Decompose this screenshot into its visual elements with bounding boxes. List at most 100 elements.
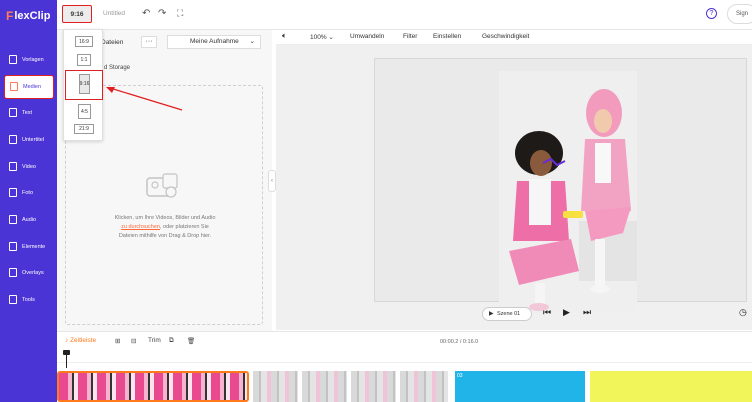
transform-button[interactable]: Umwandeln: [350, 33, 384, 40]
sidebar-item-label: Foto: [22, 190, 34, 196]
preview-stage: ▶ Szene 01 ⏮︎ ▶ ⏭︎ ◷: [276, 45, 752, 330]
fullscreen-icon[interactable]: ⛶: [177, 8, 183, 19]
sidebar-item-photo[interactable]: Foto: [4, 182, 54, 206]
sidebar-item-templates[interactable]: Vorlagen: [4, 49, 54, 73]
zoom-select[interactable]: 100% ⌄: [310, 33, 334, 41]
timeline-clip-blue[interactable]: 03: [455, 371, 585, 402]
timeline-ruler: [57, 362, 752, 363]
next-icon[interactable]: ⏭︎: [583, 307, 591, 318]
sidebar-item-subtitles[interactable]: Untertitel: [4, 129, 54, 153]
logo-mark: F: [6, 9, 14, 23]
templates-icon: [9, 55, 17, 64]
timeline-clip-yellow[interactable]: [590, 371, 752, 402]
more-options-button[interactable]: ···: [141, 36, 157, 48]
video-preview[interactable]: [499, 71, 637, 313]
selected-ratio-highlight: [65, 70, 103, 100]
canvas-area: [374, 58, 747, 313]
annotation-arrow: [106, 87, 183, 111]
editor-toolbar: 🔈︎ 100% ⌄ Umwandeln Filter Einstellen Ge…: [276, 30, 752, 45]
scene-play-button[interactable]: ▶ Szene 01: [482, 307, 532, 321]
flexclip-logo[interactable]: FlexClip: [6, 9, 50, 23]
timeline-time: 00:00.2 / 0:16.0: [440, 339, 479, 345]
overlays-icon: [9, 268, 17, 277]
sidebar-item-text[interactable]: Text: [4, 102, 54, 126]
sidebar-item-label: Medien: [23, 84, 42, 90]
photo-icon: [9, 188, 17, 197]
sidebar-item-label: Vorlagen: [22, 57, 44, 63]
recording-select[interactable]: Meine Aufnahme ⌄: [167, 35, 261, 49]
sidebar-item-tools[interactable]: Tools: [4, 289, 54, 313]
collapse-panel-handle[interactable]: ‹: [268, 170, 276, 192]
previous-icon[interactable]: ⏮︎: [543, 307, 551, 318]
play-icon[interactable]: ▶: [563, 307, 570, 318]
timeline-clip[interactable]: [302, 371, 347, 402]
audio-icon: [9, 215, 17, 224]
top-bar: 9:16 Untitled ↶ ↷ ⛶ ? Sign: [57, 0, 752, 30]
files-tab[interactable]: Dateien: [101, 39, 123, 46]
browse-link[interactable]: zu durchsuchen: [121, 224, 160, 230]
sidebar-item-overlays[interactable]: Overlays: [4, 262, 54, 286]
subtitles-icon: [9, 135, 17, 144]
drop-instructions: Klicken, um Ihre Videos, Bilder und Audi…: [76, 214, 254, 241]
drop-text-line-3: Dateien mithilfe von Drag & Drop hier.: [118, 233, 212, 239]
sidebar-item-media[interactable]: Medien: [4, 75, 54, 99]
timeline: ♪ Zeitleiste ⊞ ⊟ Trim ⧉ 🗑︎ 00:00.2 / 0:1…: [57, 331, 752, 402]
sidebar-item-label: Elemente: [22, 244, 46, 250]
timeline-clip[interactable]: [253, 371, 298, 402]
sidebar-item-label: Overlays: [22, 270, 44, 276]
trim-button[interactable]: Trim: [148, 337, 161, 344]
drop-text-line-1: Klicken, um Ihre Videos, Bilder und Audi…: [114, 215, 216, 221]
timeline-clip[interactable]: [400, 371, 448, 402]
sidebar-item-audio[interactable]: Audio: [4, 209, 54, 233]
aspect-ratio-button[interactable]: 9:16: [62, 5, 92, 23]
split-icon[interactable]: ⊟: [131, 337, 136, 345]
drop-text-line-2: , oder platzieren Sie: [159, 224, 209, 230]
sidebar: FlexClip Vorlagen Medien Text Untertitel…: [0, 0, 57, 402]
chevron-down-icon: ⌄: [249, 38, 255, 45]
logo-text: lexClip: [14, 10, 51, 22]
ratio-option-4-5[interactable]: 4:5: [78, 104, 91, 119]
filter-button[interactable]: Filter: [403, 33, 417, 40]
tools-icon: [9, 295, 17, 304]
project-title[interactable]: Untitled: [103, 10, 125, 17]
undo-icon[interactable]: ↶: [142, 8, 150, 19]
timeline-toggle[interactable]: ♪ Zeitleiste: [65, 337, 96, 344]
ratio-option-16-9[interactable]: 16:9: [75, 36, 93, 47]
playhead[interactable]: [63, 350, 70, 368]
add-scene-icon[interactable]: ⊞: [115, 337, 120, 345]
sidebar-item-label: Tools: [22, 297, 35, 303]
preview-image: [499, 71, 637, 313]
timeline-clip[interactable]: [351, 371, 396, 402]
sidebar-item-label: Untertitel: [22, 137, 45, 143]
sidebar-item-elements[interactable]: Elemente: [4, 236, 54, 260]
sidebar-item-video[interactable]: Video: [4, 156, 54, 180]
help-icon[interactable]: ?: [706, 8, 717, 19]
video-icon: [9, 162, 17, 171]
duplicate-icon[interactable]: ⧉: [169, 337, 174, 345]
storage-label: d Storage: [104, 65, 131, 71]
sidebar-item-label: Audio: [22, 217, 37, 223]
aspect-ratio-menu: 16:9 1:1 9:16 4:5 21:9: [63, 29, 103, 141]
zoom-value: 100%: [310, 34, 327, 41]
ratio-option-1-1[interactable]: 1:1: [77, 54, 91, 66]
recording-select-value: Meine Aufnahme: [190, 38, 239, 45]
delete-icon[interactable]: 🗑︎: [187, 337, 195, 345]
timeline-label: Zeitleiste: [70, 337, 97, 344]
timeline-clip-selected[interactable]: [57, 371, 249, 402]
scene-label: Szene 01: [497, 311, 521, 317]
clip-badge: 03: [457, 373, 463, 379]
speed-button[interactable]: Geschwindigkeit: [482, 33, 529, 40]
sign-in-button[interactable]: Sign: [727, 4, 752, 24]
ratio-option-21-9[interactable]: 21:9: [74, 124, 94, 134]
play-icon: ▶: [489, 311, 494, 317]
volume-icon[interactable]: 🔈︎: [282, 31, 287, 41]
media-icon: [10, 82, 18, 91]
upload-media-icon: [146, 173, 178, 198]
adjust-button[interactable]: Einstellen: [433, 33, 461, 40]
sidebar-item-label: Text: [22, 110, 33, 116]
redo-icon[interactable]: ↷: [158, 8, 166, 19]
text-icon: [9, 108, 17, 117]
clock-icon[interactable]: ◷: [739, 307, 747, 318]
elements-icon: [9, 242, 17, 251]
sidebar-item-label: Video: [22, 164, 36, 170]
